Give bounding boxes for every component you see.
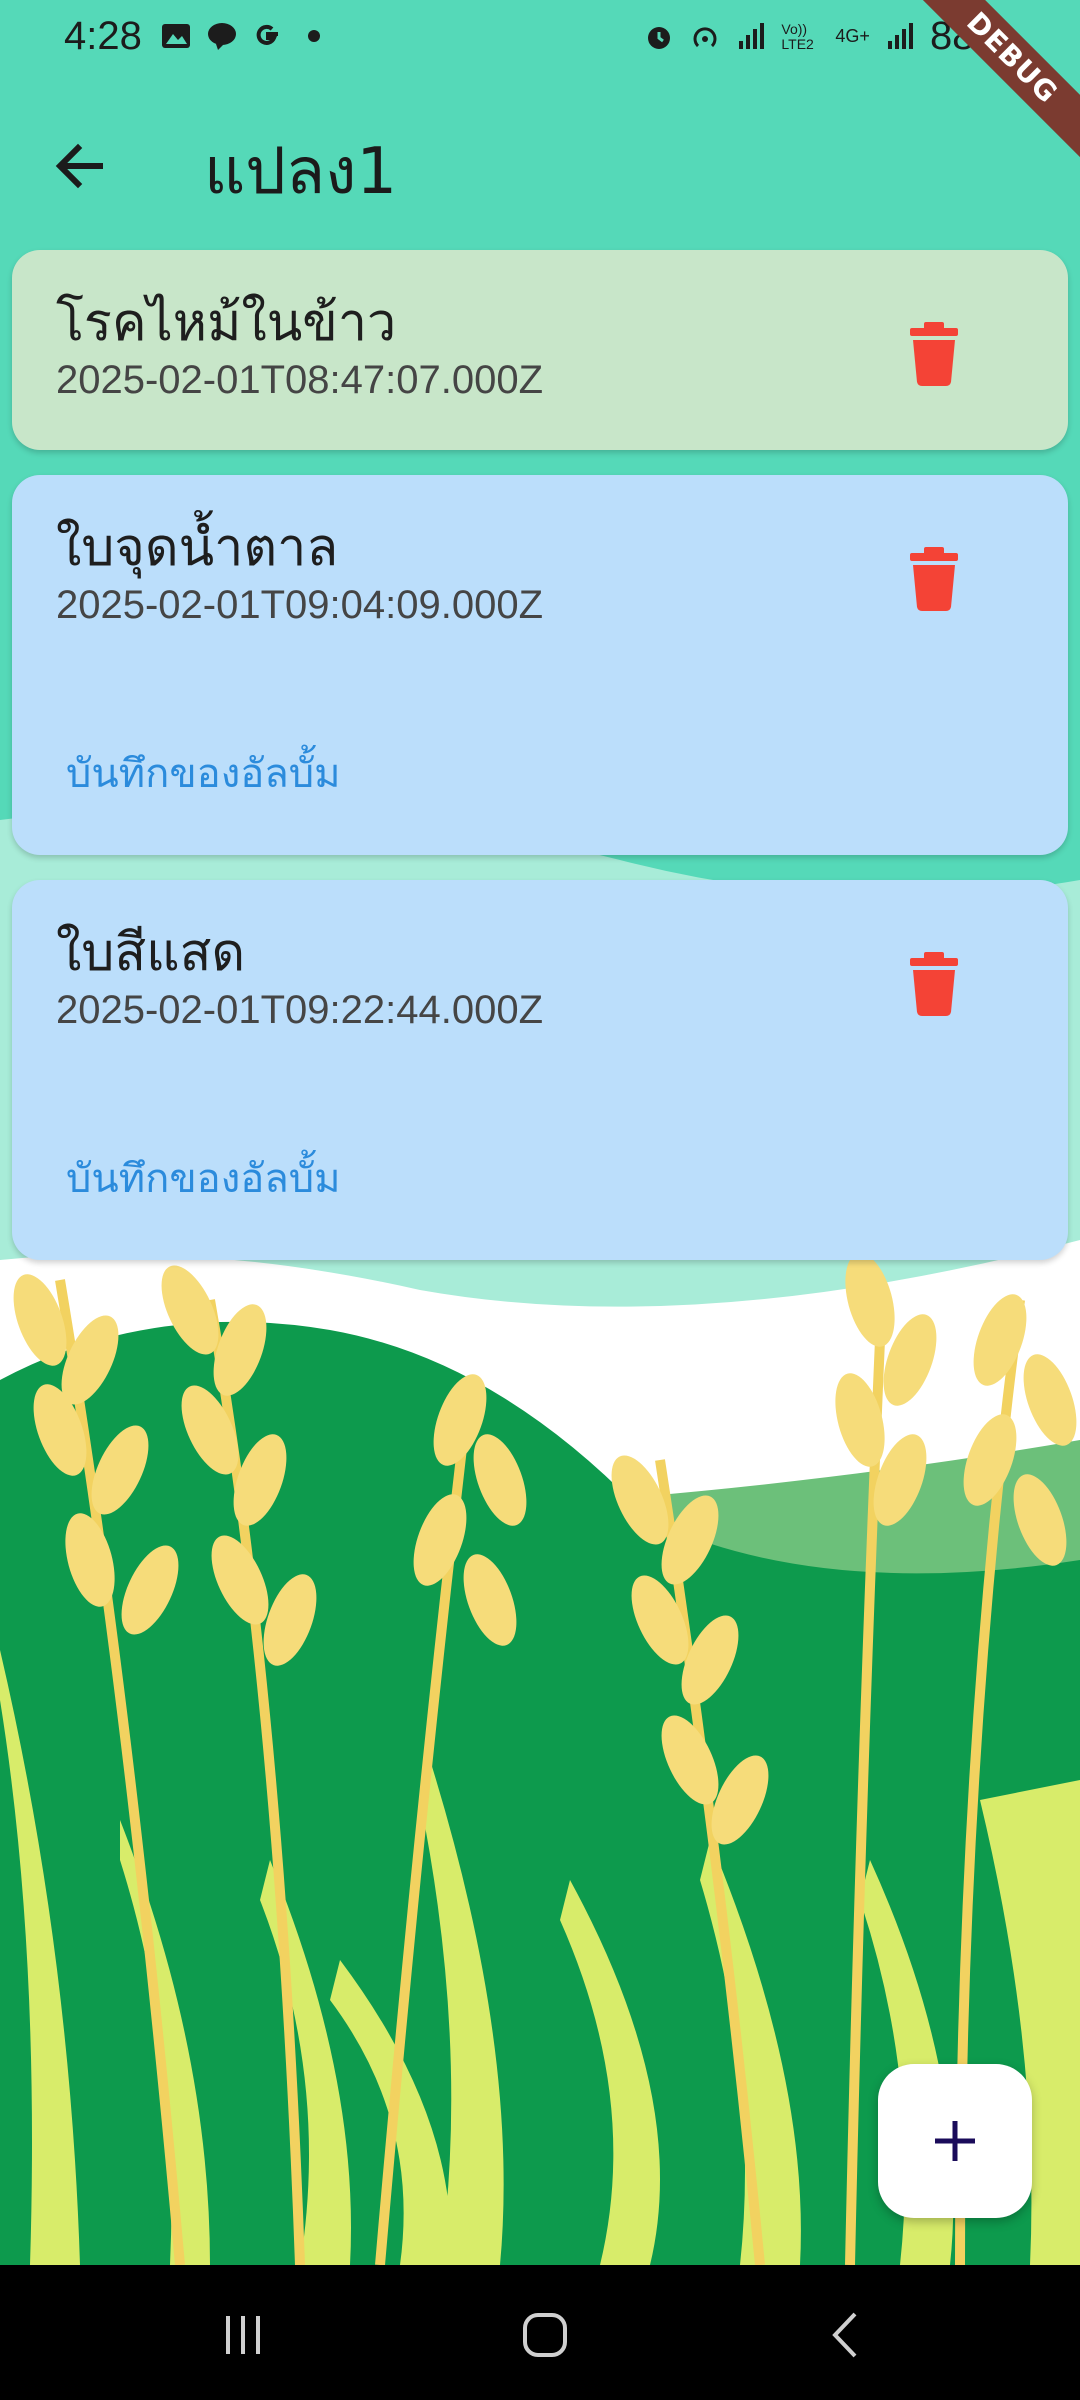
- app-bar: แปลง1: [0, 90, 1080, 230]
- back-nav-button[interactable]: [802, 2295, 892, 2375]
- hotspot-icon: [693, 26, 717, 47]
- plus-icon: [935, 2121, 975, 2161]
- record-date: 2025-02-01T09:22:44.000Z: [56, 988, 544, 1032]
- gallery-icon: [162, 24, 190, 48]
- signal-icon-2: [887, 22, 913, 49]
- line-app-icon: [208, 23, 236, 50]
- notification-icons: [160, 20, 330, 52]
- volte-label: Vo)) LTE2: [781, 20, 814, 52]
- google-icon: [256, 24, 278, 45]
- alarm-icon: [648, 26, 671, 49]
- record-title: โรคไหม้ในข้าว: [56, 293, 397, 353]
- delete-icon[interactable]: [906, 952, 962, 1016]
- arrow-left-icon: [55, 143, 103, 189]
- recents-icon: [226, 2316, 260, 2354]
- record-title: ใบสีแสด: [56, 923, 246, 983]
- delete-icon[interactable]: [906, 547, 962, 611]
- back-button[interactable]: [38, 124, 122, 208]
- record-card[interactable]: ใบจุดน้ำตาล 2025-02-01T09:04:09.000Z บัน…: [12, 475, 1068, 855]
- album-notes-link[interactable]: บันทึกของอัลบั้ม: [66, 741, 341, 805]
- record-card[interactable]: โรคไหม้ในข้าว 2025-02-01T08:47:07.000Z: [12, 250, 1068, 450]
- record-date: 2025-02-01T09:04:09.000Z: [56, 583, 544, 627]
- back-chevron-icon: [832, 2312, 857, 2358]
- system-nav-bar: [0, 2265, 1080, 2400]
- signal-icon: [739, 22, 765, 49]
- home-button[interactable]: [500, 2295, 590, 2375]
- add-record-button[interactable]: [878, 2064, 1032, 2218]
- record-card[interactable]: ใบสีแสด 2025-02-01T09:22:44.000Z บันทึกข…: [12, 880, 1068, 1260]
- status-time: 4:28: [64, 14, 142, 58]
- record-title: ใบจุดน้ำตาล: [56, 518, 339, 578]
- recents-button[interactable]: [198, 2295, 288, 2375]
- album-notes-link[interactable]: บันทึกของอัลบั้ม: [66, 1146, 341, 1210]
- home-icon: [523, 2313, 567, 2357]
- delete-icon[interactable]: [906, 322, 962, 386]
- dot-icon: [308, 30, 320, 42]
- status-bar: 4:28 Vo)) LTE2 4G+ 88% DEBUG: [0, 0, 1080, 166]
- network-label: 4G+: [835, 26, 870, 46]
- page-title: แปลง1: [204, 135, 398, 209]
- record-date: 2025-02-01T08:47:07.000Z: [56, 358, 544, 402]
